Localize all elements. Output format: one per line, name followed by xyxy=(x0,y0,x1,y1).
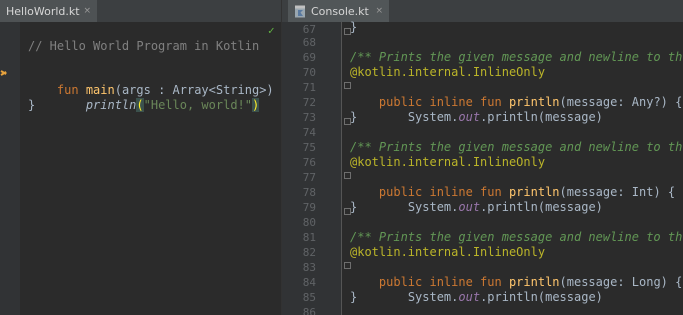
out-ref: out xyxy=(458,290,481,304)
code-line-close-brace[interactable]: } xyxy=(28,98,35,113)
doc-comment[interactable]: /** Prints the given message and newline… xyxy=(350,50,683,65)
code-brace[interactable]: } xyxy=(350,200,357,215)
run-marker-icon[interactable] xyxy=(0,68,9,77)
line-number: 79 xyxy=(302,201,316,214)
code-brace[interactable]: } xyxy=(350,110,357,125)
call-println: println xyxy=(85,98,137,112)
println-call: .println(message) xyxy=(480,290,603,304)
annotation-inline-only[interactable]: @kotlin.internal.InlineOnly xyxy=(350,65,545,80)
inspection-ok-icon: ✓ xyxy=(268,24,275,37)
kotlin-file-icon xyxy=(295,5,305,17)
left-editor-pane: HelloWorld.kt × ✓ // Hello World Program… xyxy=(0,0,281,315)
line-number: 83 xyxy=(302,261,316,274)
line-number: 78 xyxy=(302,186,316,199)
string-literal: "Hello, world!" xyxy=(143,98,252,112)
println-call: .println(message) xyxy=(480,110,603,124)
right-tab-bar: Console.kt × xyxy=(282,0,683,23)
code-line-body[interactable]: System.out.println(message) xyxy=(350,185,603,214)
paren-open: ( xyxy=(136,98,144,112)
close-icon[interactable]: × xyxy=(375,6,383,16)
line-number: 76 xyxy=(302,156,316,169)
line-number-gutter: 67 68 69 70 71 72 73 74 75 76 77 78 79 8… xyxy=(282,22,342,315)
line-number: 74 xyxy=(302,126,316,139)
line-number: 70 xyxy=(302,66,316,79)
annotation-inline-only[interactable]: @kotlin.internal.InlineOnly xyxy=(350,245,545,260)
line-number: 73 xyxy=(302,111,316,124)
tab-helloworld-kt[interactable]: HelloWorld.kt × xyxy=(0,0,97,22)
out-ref: out xyxy=(458,110,481,124)
doc-comment[interactable]: /** Prints the given message and newline… xyxy=(350,140,683,155)
code-line-println-int[interactable]: public inline fun println(message: Int) … xyxy=(350,170,675,199)
line-number: 71 xyxy=(302,81,316,94)
code-comment[interactable]: // Hello World Program in Kotlin xyxy=(28,39,259,54)
line-number: 81 xyxy=(302,231,316,244)
line-number: 77 xyxy=(302,171,316,184)
line-number: 86 xyxy=(302,306,316,315)
line-number: 69 xyxy=(302,51,316,64)
code-line-main[interactable]: fun main(args : Array<String>) { xyxy=(28,68,281,97)
close-icon[interactable]: × xyxy=(83,6,91,16)
tab-label: HelloWorld.kt xyxy=(6,4,80,18)
line-number: 82 xyxy=(302,246,316,259)
out-ref: out xyxy=(458,200,481,214)
line-number: 75 xyxy=(302,141,316,154)
system-ref: System. xyxy=(407,290,459,304)
system-ref: System. xyxy=(407,110,459,124)
code-line-body[interactable]: System.out.println(message) xyxy=(350,275,603,304)
line-number: 72 xyxy=(302,96,316,109)
right-editor-pane: Console.kt × 67 68 69 70 71 72 73 74 75 … xyxy=(281,0,683,315)
tab-label: Console.kt xyxy=(311,4,369,18)
code-brace[interactable]: } xyxy=(350,20,357,35)
line-number: 84 xyxy=(302,276,316,289)
annotation-inline-only[interactable]: @kotlin.internal.InlineOnly xyxy=(350,155,545,170)
code-line-println-any[interactable]: public inline fun println(message: Any?)… xyxy=(350,80,682,109)
system-ref: System. xyxy=(407,200,459,214)
line-number: 85 xyxy=(302,291,316,304)
code-line-println-long[interactable]: public inline fun println(message: Long)… xyxy=(350,260,682,289)
paren-close: ) xyxy=(252,98,260,112)
left-tab-bar: HelloWorld.kt × xyxy=(0,0,281,23)
tab-console-kt[interactable]: Console.kt × xyxy=(288,0,389,22)
line-number: 68 xyxy=(302,36,316,49)
code-line-println[interactable]: println("Hello, world!") xyxy=(28,83,260,112)
println-call: .println(message) xyxy=(480,200,603,214)
line-number: 80 xyxy=(302,216,316,229)
editor-gutter xyxy=(0,22,20,315)
doc-comment[interactable]: /** Prints the given message and newline… xyxy=(350,230,683,245)
code-brace[interactable]: } xyxy=(350,290,357,305)
code-line-body[interactable]: System.out.println(message) xyxy=(350,95,603,124)
